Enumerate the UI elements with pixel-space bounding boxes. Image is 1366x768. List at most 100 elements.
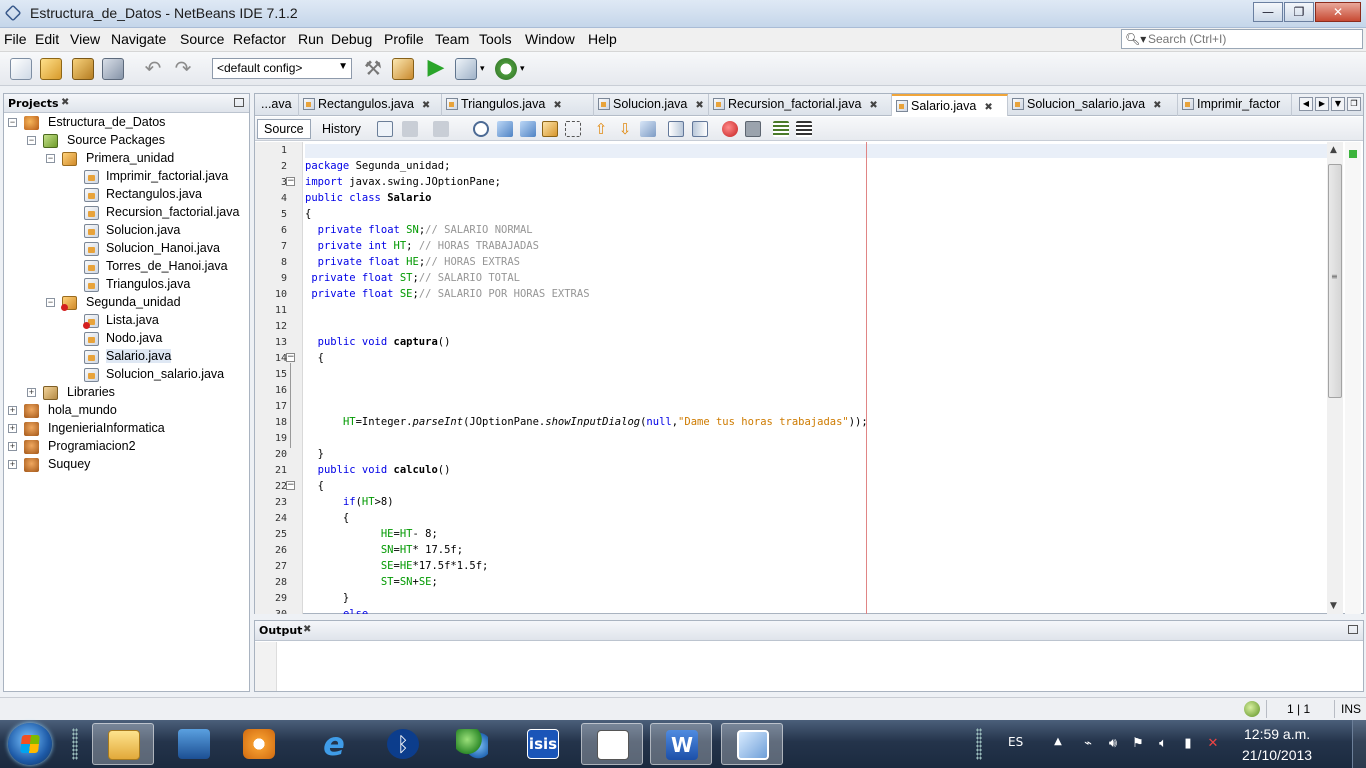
tree-node[interactable]: Lista.java (4, 312, 249, 330)
collapse-icon[interactable]: − (8, 118, 17, 127)
maximize-button[interactable]: ❐ (1284, 2, 1314, 22)
minimize-panel-icon[interactable] (234, 98, 244, 107)
menu-edit[interactable]: Edit (35, 31, 59, 47)
collapse-icon[interactable]: − (46, 298, 55, 307)
expand-icon[interactable]: + (8, 442, 17, 451)
clean-build-icon[interactable] (392, 58, 414, 80)
editor-tab[interactable]: Recursion_factorial.java ✖ (709, 94, 892, 116)
taskbar-messenger[interactable] (441, 723, 503, 765)
editor-tab[interactable]: Salario.java ✖ (892, 94, 1008, 116)
close-button[interactable]: ✕ (1315, 2, 1361, 22)
expand-icon[interactable]: + (27, 388, 36, 397)
tab-list-icon[interactable]: ▼ (1331, 97, 1345, 111)
close-tab-icon[interactable]: ✖ (869, 100, 877, 111)
menu-navigate[interactable]: Navigate (111, 31, 166, 47)
shift-left-icon[interactable] (668, 121, 684, 137)
tree-node[interactable]: Rectangulos.java (4, 186, 249, 204)
editor-tab[interactable]: Solucion.java ✖ (594, 94, 709, 116)
back-icon[interactable] (402, 121, 418, 137)
toggle-bookmark-icon[interactable] (640, 121, 656, 137)
volume-icon[interactable]: 🔊︎ (1105, 736, 1121, 752)
taskbar-netbeans[interactable] (721, 723, 783, 765)
rect-selection-icon[interactable] (565, 121, 581, 137)
fold-toggle-icon[interactable]: − (286, 481, 295, 490)
find-previous-icon[interactable] (497, 121, 513, 137)
debug-dropdown-icon[interactable]: ▾ (480, 58, 490, 80)
taskbar-bluetooth[interactable]: ᛒ (372, 723, 434, 765)
menu-help[interactable]: Help (588, 31, 617, 47)
redo-icon[interactable]: ↷ (172, 58, 194, 80)
output-tab[interactable]: Output (259, 624, 302, 637)
taskbar-media-center[interactable] (163, 723, 225, 765)
tree-node[interactable]: + Suquey (4, 456, 249, 474)
tree-node[interactable]: + IngenieriaInformatica (4, 420, 249, 438)
tree-node[interactable]: Recursion_factorial.java (4, 204, 249, 222)
taskbar-internet-explorer[interactable]: e (303, 723, 365, 765)
editor-tab[interactable]: ...ava✖ (255, 94, 299, 116)
find-next-icon[interactable] (520, 121, 536, 137)
editor-scrollbar[interactable]: ▲ ≡ ▼ (1327, 142, 1343, 614)
toggle-highlight-icon[interactable] (542, 121, 558, 137)
close-icon[interactable]: ✖ (61, 97, 69, 108)
forward-icon[interactable] (433, 121, 449, 137)
start-macro-icon[interactable] (722, 121, 738, 137)
show-desktop-button[interactable] (1352, 720, 1366, 768)
menu-team[interactable]: Team (435, 31, 469, 47)
history-view-button[interactable]: History (315, 119, 368, 139)
next-bookmark-icon[interactable]: ⇩ (617, 121, 633, 137)
tree-node[interactable]: − Source Packages (4, 132, 249, 150)
tab-left-icon[interactable]: ◀ (1299, 97, 1313, 111)
battery-icon[interactable]: ▮ (1180, 736, 1196, 752)
tree-node[interactable]: + Libraries (4, 384, 249, 402)
tree-node[interactable]: Solucion.java (4, 222, 249, 240)
clock-time[interactable]: 12:59 a.m. (1244, 726, 1310, 742)
close-tab-icon[interactable]: ✖ (695, 100, 703, 111)
tree-node[interactable]: Solucion_Hanoi.java (4, 240, 249, 258)
build-hammer-icon[interactable]: ⚒ (362, 58, 384, 80)
prev-bookmark-icon[interactable]: ⇧ (593, 121, 609, 137)
menu-debug[interactable]: Debug (331, 31, 372, 47)
menu-refactor[interactable]: Refactor (233, 31, 286, 47)
code-area[interactable]: package Segunda_unidad; import javax.swin… (305, 142, 1329, 614)
expand-icon[interactable]: + (8, 424, 17, 433)
menu-file[interactable]: File (4, 31, 27, 47)
undo-icon[interactable]: ↶ (142, 58, 164, 80)
minimize-panel-icon[interactable] (1348, 625, 1358, 634)
taskbar-file-explorer[interactable] (92, 723, 154, 765)
editor-tab[interactable]: Triangulos.java ✖ (442, 94, 594, 116)
search-box[interactable]: 🔍︎▾ (1121, 29, 1363, 49)
language-indicator[interactable]: ES (1008, 735, 1023, 749)
fold-toggle-icon[interactable]: − (286, 177, 295, 186)
audio-icon[interactable]: 🔈︎ (1155, 736, 1171, 752)
find-icon[interactable] (473, 121, 489, 137)
taskbar-media-player[interactable] (228, 723, 290, 765)
collapse-icon[interactable]: − (46, 154, 55, 163)
tree-node[interactable]: − Estructura_de_Datos (4, 114, 249, 132)
debug-icon[interactable] (455, 58, 477, 80)
action-center-flag-icon[interactable]: ⚑ (1130, 736, 1146, 752)
show-hidden-icons-icon[interactable]: ▲ (1050, 736, 1066, 752)
scroll-thumb[interactable] (1328, 164, 1342, 398)
close-tab-icon[interactable]: ✖ (553, 100, 561, 111)
minimize-button[interactable]: — (1253, 2, 1283, 22)
tree-node[interactable]: Solucion_salario.java (4, 366, 249, 384)
config-select[interactable]: <default config> ▼ (212, 58, 352, 79)
taskbar-isis[interactable]: isis (512, 723, 574, 765)
notification-icon[interactable] (1244, 701, 1260, 717)
scroll-down-icon[interactable]: ▼ (1330, 601, 1337, 611)
tree-node[interactable]: Nodo.java (4, 330, 249, 348)
new-file-icon[interactable] (10, 58, 32, 80)
save-all-icon[interactable] (102, 58, 124, 80)
menu-view[interactable]: View (70, 31, 100, 47)
menu-window[interactable]: Window (525, 31, 575, 47)
uncomment-icon[interactable] (796, 121, 812, 137)
tab-right-icon[interactable]: ▶ (1315, 97, 1329, 111)
editor-tab[interactable]: Imprimir_factor (1178, 94, 1292, 116)
tree-node[interactable]: − Primera_unidad (4, 150, 249, 168)
new-project-icon[interactable] (40, 58, 62, 80)
fold-toggle-icon[interactable]: − (286, 353, 295, 362)
network-icon[interactable]: ⌁ (1080, 736, 1096, 752)
clock-date[interactable]: 21/10/2013 (1242, 747, 1312, 763)
tree-node[interactable]: Triangulos.java (4, 276, 249, 294)
menu-run[interactable]: Run (298, 31, 324, 47)
